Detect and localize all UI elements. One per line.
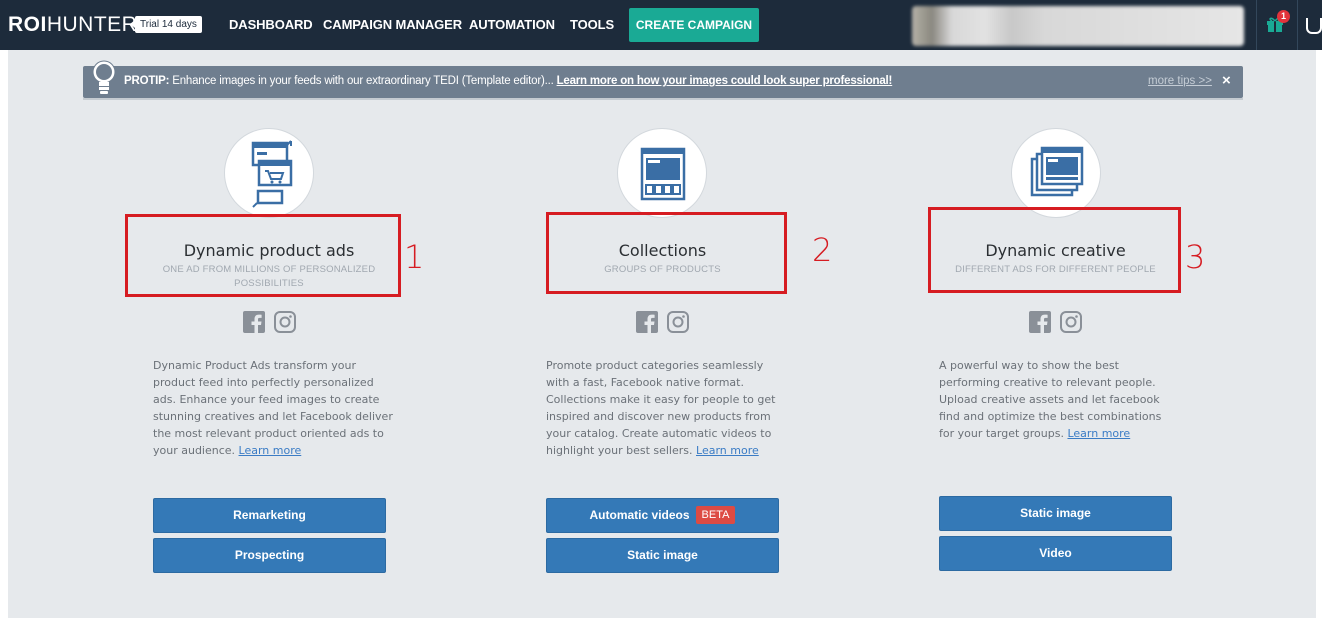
annotation-number-2: 2 <box>812 231 833 269</box>
user-menu-icon[interactable] <box>1306 18 1322 34</box>
protip-text: PROTIP: Enhance images in your feeds wit… <box>124 75 893 87</box>
facebook-icon <box>636 311 658 333</box>
card-subtitle: DIFFERENT ADS FOR DIFFERENT PEOPLE <box>955 264 1156 275</box>
card-description: Dynamic Product Ads transform your produ… <box>153 359 393 457</box>
prospecting-button[interactable]: Prospecting <box>153 538 386 573</box>
video-button[interactable]: Video <box>939 536 1172 571</box>
protip-shadow <box>83 98 1243 100</box>
nav-divider <box>1297 0 1298 50</box>
card-subtitle: ONE AD FROM MILLIONS OF PERSONALIZED POS… <box>162 264 376 289</box>
trial-badge: Trial 14 days <box>130 16 202 33</box>
card-title: Dynamic creative <box>985 241 1126 260</box>
static-image-button[interactable]: Static image <box>546 538 779 573</box>
beta-badge: BETA <box>695 506 736 524</box>
dynamic-creative-icon <box>1011 128 1101 218</box>
lightbulb-icon <box>92 60 116 94</box>
nav-divider <box>1256 0 1257 50</box>
collections-icon <box>617 128 707 218</box>
annotation-number-1: 1 <box>404 238 425 276</box>
card-header-collections: Collections GROUPS OF PRODUCTS <box>546 241 779 277</box>
learn-more-link[interactable]: Learn more <box>696 444 759 457</box>
dynamic-product-ads-icon <box>224 128 314 218</box>
nav-automation[interactable]: AUTOMATION <box>469 17 555 32</box>
roihunter-logo[interactable]: ROIHUNTER <box>8 13 137 37</box>
card-description: A powerful way to show the best performi… <box>939 359 1162 440</box>
nav-campaign-manager[interactable]: CAMPAIGN MANAGER <box>323 17 462 32</box>
card-description: Promote product categories seamlessly wi… <box>546 359 776 457</box>
static-image-button[interactable]: Static image <box>939 496 1172 531</box>
top-nav-bar: ROIHUNTER Trial 14 days DASHBOARD CAMPAI… <box>0 0 1322 50</box>
automatic-videos-button[interactable]: Automatic videos BETA <box>546 498 779 533</box>
nav-tools[interactable]: TOOLS <box>570 17 614 32</box>
learn-more-link[interactable]: Learn more <box>1067 427 1130 440</box>
card-subtitle: GROUPS OF PRODUCTS <box>604 264 721 275</box>
instagram-icon <box>274 311 296 333</box>
blurred-account-selector[interactable] <box>912 6 1244 46</box>
facebook-icon <box>1029 311 1051 333</box>
create-campaign-button[interactable]: CREATE CAMPAIGN <box>629 8 759 42</box>
learn-more-link[interactable]: Learn more <box>239 444 302 457</box>
close-icon[interactable]: × <box>1222 72 1231 89</box>
card-title: Dynamic product ads <box>183 241 355 260</box>
card-header-dynamic-product-ads: Dynamic product ads ONE AD FROM MILLIONS… <box>150 241 388 291</box>
notification-badge: 1 <box>1277 10 1290 23</box>
card-header-dynamic-creative: Dynamic creative DIFFERENT ADS FOR DIFFE… <box>939 241 1172 277</box>
protip-learn-more-link[interactable]: Learn more on how your images could look… <box>557 75 893 87</box>
nav-dashboard[interactable]: DASHBOARD <box>229 17 313 32</box>
facebook-icon <box>243 311 265 333</box>
instagram-icon <box>667 311 689 333</box>
card-title: Collections <box>618 241 707 260</box>
remarketing-button[interactable]: Remarketing <box>153 498 386 533</box>
more-tips-link[interactable]: more tips >> <box>1148 75 1212 87</box>
instagram-icon <box>1060 311 1082 333</box>
annotation-number-3: 3 <box>1185 238 1206 276</box>
